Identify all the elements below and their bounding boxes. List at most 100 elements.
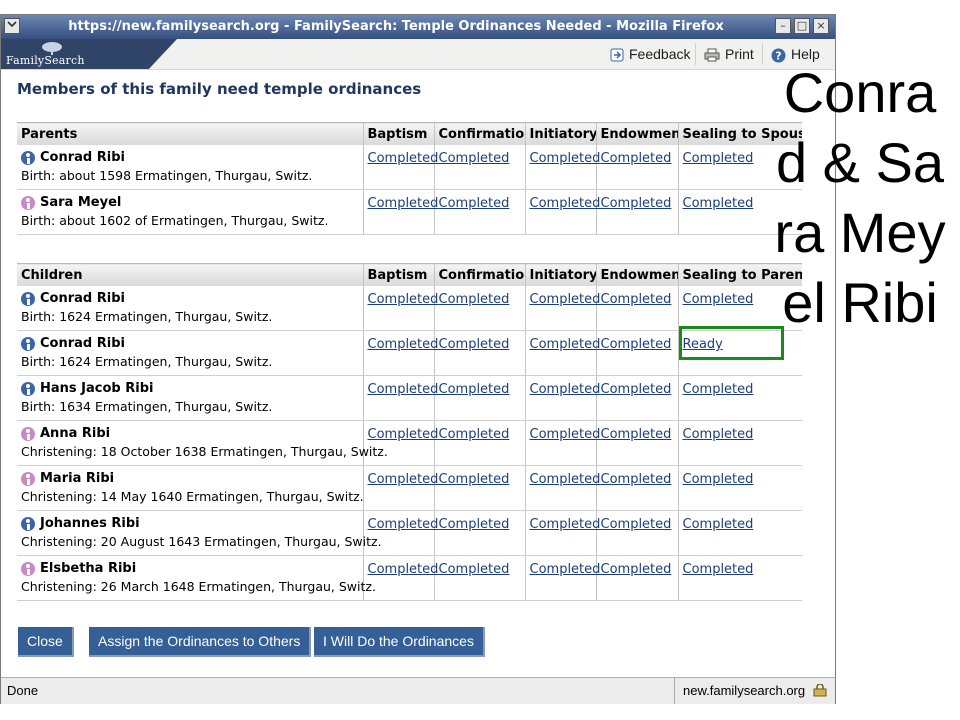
ordinance-status-link[interactable]: Completed — [526, 331, 601, 352]
ordinance-status-link[interactable]: Completed — [435, 511, 525, 532]
ordinance-status-link[interactable]: Completed — [435, 556, 525, 577]
ordinance-status-link[interactable]: Completed — [679, 376, 803, 397]
ordinance-status-link[interactable]: Completed — [364, 190, 439, 211]
ordinance-status-link[interactable]: Completed — [526, 421, 601, 442]
ordinance-status-link[interactable]: Completed — [526, 376, 601, 397]
ordinance-status-link[interactable]: Completed — [597, 190, 678, 211]
maximize-button[interactable]: □ — [794, 18, 810, 34]
person-name[interactable]: Hans Jacob Ribi — [40, 381, 153, 396]
ordinance-cell: Completed — [677, 420, 803, 466]
person-event: Christening: 14 May 1640 Ermatingen, Thu… — [21, 489, 364, 504]
person-cell: Elsbetha Ribi Christening: 26 March 1648 … — [17, 555, 376, 601]
title-bar[interactable]: https://new.familysearch.org - FamilySea… — [1, 15, 835, 39]
ordinance-status-link[interactable]: Completed — [435, 466, 525, 487]
ordinance-status-link[interactable]: Completed — [364, 556, 439, 577]
ordinance-status-link[interactable]: Completed — [364, 466, 439, 487]
ordinance-status-link[interactable]: Completed — [526, 466, 601, 487]
ordinance-status-link[interactable]: Completed — [364, 511, 439, 532]
table-row: Elsbetha Ribi Christening: 26 March 1648 … — [17, 555, 803, 601]
person-name-row: Conrad Ribi — [21, 334, 359, 353]
person-name[interactable]: Conrad Ribi — [40, 336, 125, 351]
ordinance-cell: Completed — [595, 189, 678, 235]
table-row: Sara Meyel Birth: about 1602 of Ermatinge… — [17, 189, 802, 235]
person-cell: Maria Ribi Christening: 14 May 1640 Ermat… — [17, 465, 364, 511]
table-row: Conrad Ribi Birth: about 1598 Ermatingen,… — [17, 145, 802, 190]
ordinance-status-link[interactable]: Completed — [679, 466, 803, 487]
ordinance-status-link[interactable]: Completed — [435, 145, 525, 166]
ordinance-status-link[interactable]: Completed — [364, 145, 439, 166]
ordinance-cell: Completed — [595, 375, 678, 421]
ordinance-status-link[interactable]: Completed — [526, 511, 601, 532]
ordinance-status-link[interactable]: Completed — [364, 421, 439, 442]
ordinance-cell: Completed — [677, 465, 803, 511]
ordinance-cell: Completed — [524, 555, 601, 601]
lock-icon[interactable] — [813, 684, 827, 697]
logo-text: FamilySearch — [6, 54, 85, 67]
person-event: Birth: 1624 Ermatingen, Thurgau, Switz. — [21, 354, 273, 369]
person-name-row: Elsbetha Ribi — [21, 559, 359, 578]
ordinance-status-link[interactable]: Completed — [597, 466, 678, 487]
ordinance-cell: Completed — [433, 510, 525, 556]
person-name[interactable]: Anna Ribi — [40, 426, 110, 441]
ordinance-status-link[interactable]: Completed — [526, 145, 601, 166]
table-header-row: Parents Baptism Confirmation Initiatory … — [17, 122, 802, 145]
person-info: Hans Jacob Ribi Birth: 1634 Ermatingen, T… — [17, 376, 363, 414]
person-name[interactable]: Maria Ribi — [40, 471, 114, 486]
person-name[interactable]: Elsbetha Ribi — [40, 561, 136, 576]
close-button[interactable]: Close — [18, 627, 74, 657]
assign-ordinances-button[interactable]: Assign the Ordinances to Others — [89, 627, 312, 657]
ordinance-status-link[interactable]: Completed — [435, 286, 525, 307]
male-person-icon — [21, 150, 35, 165]
ordinance-status-link[interactable]: Completed — [364, 286, 439, 307]
ordinance-status-link[interactable]: Completed — [364, 331, 439, 352]
ordinance-status-link[interactable]: Completed — [526, 190, 601, 211]
female-person-icon — [21, 195, 35, 210]
person-name-row: Conrad Ribi — [21, 289, 359, 308]
person-name[interactable]: Conrad Ribi — [40, 150, 125, 165]
person-cell: Conrad Ribi Birth: about 1598 Ermatingen,… — [17, 145, 363, 190]
ordinance-status-link[interactable]: Completed — [597, 421, 678, 442]
ordinance-status-link[interactable]: Completed — [597, 511, 678, 532]
column-header: Baptism — [362, 263, 434, 286]
person-info: Maria Ribi Christening: 14 May 1640 Ermat… — [17, 466, 364, 504]
table-row: Johannes Ribi Christening: 20 August 1643… — [17, 510, 803, 556]
ordinance-cell: Completed — [433, 465, 525, 511]
window-menu-button[interactable] — [4, 18, 20, 34]
minimize-button[interactable]: – — [775, 18, 791, 34]
ordinance-status-link[interactable]: Completed — [435, 376, 525, 397]
ordinance-cell: Completed — [595, 465, 678, 511]
person-cell: Hans Jacob Ribi Birth: 1634 Ermatingen, T… — [17, 375, 363, 421]
print-link[interactable]: Print — [704, 46, 754, 62]
feedback-icon — [610, 48, 624, 62]
male-person-icon — [21, 381, 35, 396]
ordinance-status-link[interactable]: Completed — [435, 190, 525, 211]
ordinance-status-link[interactable]: Completed — [597, 286, 678, 307]
ordinance-status-link[interactable]: Completed — [435, 331, 525, 352]
person-name[interactable]: Conrad Ribi — [40, 291, 125, 306]
ordinance-status-link[interactable]: Completed — [597, 556, 678, 577]
person-name[interactable]: Johannes Ribi — [40, 516, 140, 531]
familysearch-logo[interactable]: FamilySearch — [1, 39, 177, 69]
window-title: https://new.familysearch.org - FamilySea… — [68, 19, 724, 34]
ordinance-status-link[interactable]: Completed — [679, 511, 803, 532]
person-info: Sara Meyel Birth: about 1602 of Ermatinge… — [17, 190, 363, 228]
ordinance-cell: Completed — [362, 145, 439, 190]
ordinance-status-link[interactable]: Completed — [526, 556, 601, 577]
ordinance-status-link[interactable]: Completed — [679, 421, 803, 442]
ordinance-status-link[interactable]: Completed — [679, 556, 803, 577]
ordinance-status-link[interactable]: Completed — [597, 145, 678, 166]
person-name[interactable]: Sara Meyel — [40, 195, 121, 210]
male-person-icon — [21, 291, 35, 306]
person-cell: Conrad Ribi Birth: 1624 Ermatingen, Thurg… — [17, 286, 363, 331]
close-window-button[interactable]: × — [813, 18, 829, 34]
ordinance-cell: Completed — [524, 420, 601, 466]
feedback-link[interactable]: Feedback — [610, 46, 690, 62]
ordinance-status-link[interactable]: Completed — [597, 331, 678, 352]
person-cell: Conrad Ribi Birth: 1624 Ermatingen, Thurg… — [17, 330, 363, 376]
printer-icon — [704, 48, 720, 62]
do-ordinances-button[interactable]: I Will Do the Ordinances — [314, 627, 485, 657]
ordinance-status-link[interactable]: Completed — [597, 376, 678, 397]
ordinance-status-link[interactable]: Completed — [364, 376, 439, 397]
ordinance-status-link[interactable]: Completed — [526, 286, 601, 307]
ordinance-status-link[interactable]: Completed — [435, 421, 525, 442]
